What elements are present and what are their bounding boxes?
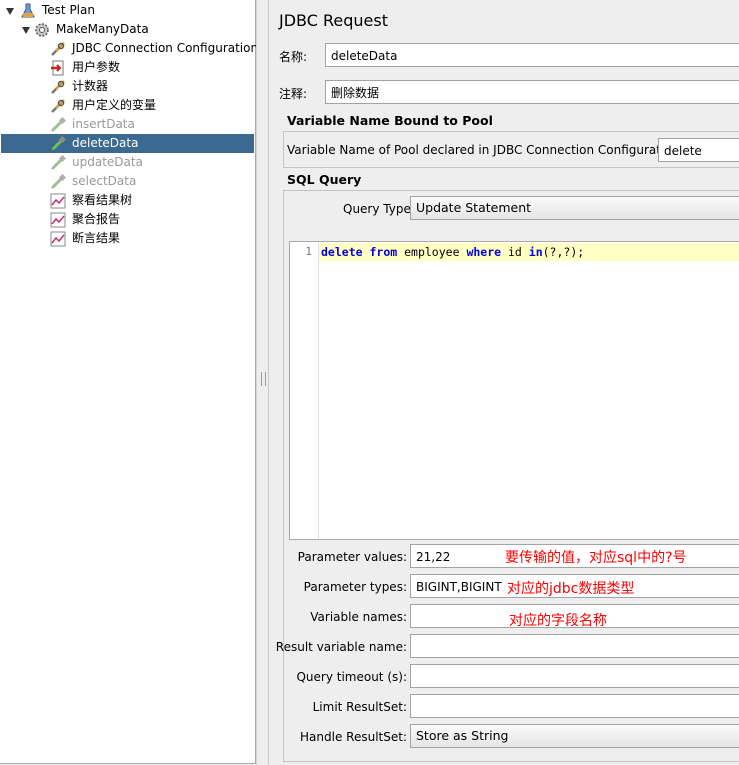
sql-code-editor[interactable]: 1 delete from employee where id in(?,?);	[289, 241, 739, 540]
sql-keyword: from	[369, 245, 398, 259]
limit-resultset-field[interactable]	[410, 694, 739, 718]
limit-resultset-label: Limit ResultSet:	[312, 700, 407, 714]
tree-item-insert-data[interactable]: insertData	[50, 115, 250, 134]
tree-item-label: MakeManyData	[56, 22, 149, 36]
result-variable-label: Result variable name:	[275, 640, 407, 654]
expand-arrow-icon[interactable]	[6, 8, 14, 15]
preprocessor-icon	[50, 60, 66, 76]
annotation-parameter-types: 对应的jdbc数据类型	[507, 581, 635, 597]
wrench-icon	[50, 41, 66, 57]
comment-label: 注释:	[279, 87, 308, 101]
pipette-icon	[50, 116, 67, 133]
comment-field[interactable]: 删除数据	[325, 80, 739, 104]
line-number-gutter: 1	[290, 242, 319, 539]
annotation-parameter-values: 要传输的值，对应sql中的?号	[505, 550, 687, 566]
tree-item-counter[interactable]: 计数器	[50, 77, 250, 96]
jdbc-request-panel: JDBC Request 名称: deleteData 注释: 删除数据 Var…	[268, 0, 739, 765]
split-pane-divider[interactable]	[256, 0, 268, 765]
tree-item-label: 用户参数	[72, 60, 121, 74]
sql-keyword: delete	[321, 245, 363, 259]
pool-section-title: Variable Name Bound to Pool	[287, 113, 493, 128]
sql-section-title: SQL Query	[287, 172, 362, 187]
parameter-types-label: Parameter types:	[303, 580, 407, 594]
sql-keyword: in	[528, 245, 543, 259]
tree-item-label: JDBC Connection Configuration	[72, 41, 259, 55]
test-plan-tree[interactable]: Test Plan MakeManyData JDBC Connection C…	[0, 0, 258, 764]
pipette-icon	[50, 173, 67, 190]
tree-item-delete-data[interactable]: deleteData	[1, 134, 254, 153]
sql-text: (?,?);	[542, 245, 585, 259]
page-title: JDBC Request	[279, 11, 388, 30]
handle-resultset-label: Handle ResultSet:	[300, 730, 407, 744]
listener-chart-icon	[50, 212, 66, 228]
splitter-grip-icon[interactable]	[261, 372, 266, 386]
wrench-icon	[50, 79, 66, 95]
gear-icon	[34, 22, 50, 38]
pool-variable-label: Variable Name of Pool declared in JDBC C…	[287, 143, 684, 157]
variable-names-label: Variable names:	[310, 610, 407, 624]
name-field[interactable]: deleteData	[325, 43, 739, 67]
sql-text: id	[501, 245, 529, 259]
tree-item-label: deleteData	[72, 136, 139, 150]
sql-text: employee	[397, 245, 467, 259]
tree-item-label: 断言结果	[72, 231, 121, 245]
query-timeout-field[interactable]	[410, 664, 739, 688]
query-type-select[interactable]: Update Statement	[410, 196, 739, 220]
tree-item-update-data[interactable]: updateData	[50, 153, 250, 172]
tree-item-view-results-tree[interactable]: 察看结果树	[50, 191, 250, 210]
tree-item-label: 聚合报告	[72, 212, 121, 226]
handle-resultset-select[interactable]: Store as String	[410, 724, 739, 748]
line-number: 1	[305, 245, 312, 258]
sql-keyword: where	[466, 245, 502, 259]
tree-item-assertion-results[interactable]: 断言结果	[50, 229, 250, 248]
listener-chart-icon	[50, 231, 66, 247]
tree-item-label: insertData	[72, 117, 135, 131]
query-type-label: Query Type:	[343, 202, 415, 216]
expand-arrow-icon[interactable]	[22, 27, 30, 34]
tree-item-label: Test Plan	[42, 3, 95, 17]
pipette-icon	[50, 154, 67, 171]
tree-item-user-parameters[interactable]: 用户参数	[50, 58, 250, 77]
tree-item-user-variables[interactable]: 用户定义的变量	[50, 96, 250, 115]
tree-item-test-plan[interactable]: Test Plan	[4, 1, 244, 20]
annotation-variable-names: 对应的字段名称	[509, 613, 607, 629]
pipette-icon	[50, 135, 67, 152]
tree-item-label: 察看结果树	[72, 193, 133, 207]
flask-icon	[20, 3, 36, 19]
tree-item-label: 计数器	[72, 79, 109, 93]
tree-item-jdbc-config[interactable]: JDBC Connection Configuration	[50, 39, 258, 58]
parameter-values-label: Parameter values:	[297, 550, 407, 564]
listener-chart-icon	[50, 193, 66, 209]
sql-code-line[interactable]: delete from employee where id in(?,?);	[321, 245, 584, 259]
wrench-icon	[50, 98, 66, 114]
tree-item-thread-group[interactable]: MakeManyData	[20, 20, 250, 39]
query-timeout-label: Query timeout (s):	[296, 670, 407, 684]
tree-item-select-data[interactable]: selectData	[50, 172, 250, 191]
pool-variable-field[interactable]: delete	[658, 138, 739, 162]
tree-item-label: updateData	[72, 155, 143, 169]
tree-item-aggregate-report[interactable]: 聚合报告	[50, 210, 250, 229]
result-variable-field[interactable]	[410, 634, 739, 658]
tree-item-label: selectData	[72, 174, 137, 188]
tree-item-label: 用户定义的变量	[72, 98, 157, 112]
name-label: 名称:	[279, 50, 308, 64]
